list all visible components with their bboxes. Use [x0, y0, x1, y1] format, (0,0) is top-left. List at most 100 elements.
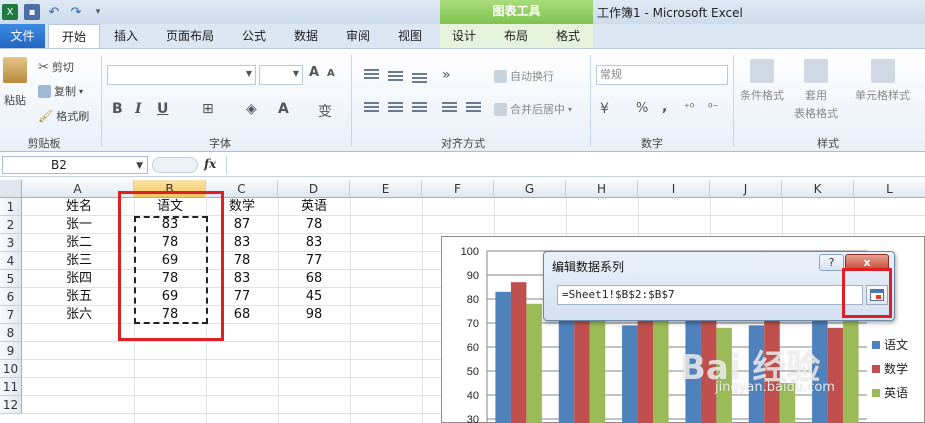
column-header[interactable]: H: [566, 180, 638, 198]
align-right-icon[interactable]: [412, 102, 427, 115]
conditional-format-icon: [750, 59, 774, 83]
percent-button[interactable]: %: [636, 101, 648, 116]
table-cell[interactable]: 张四: [34, 270, 124, 288]
table-cell[interactable]: 77: [278, 252, 350, 270]
merge-center-button[interactable]: 合并后居中 ▾: [494, 101, 572, 117]
name-box[interactable]: B2 ▼: [2, 156, 148, 174]
row-header[interactable]: 4: [0, 252, 22, 270]
row-header[interactable]: 1: [0, 198, 22, 216]
table-cell[interactable]: 78: [278, 216, 350, 234]
styles-group-label: 样式: [817, 137, 839, 150]
font-name-combo[interactable]: ▼: [107, 65, 256, 85]
save-icon[interactable]: ▪: [24, 4, 40, 20]
copy-button[interactable]: 复制 ▾: [38, 83, 83, 99]
legend-swatch: [872, 341, 880, 349]
wrap-text-label: 自动换行: [510, 70, 554, 83]
column-header[interactable]: D: [278, 180, 350, 198]
tab-file[interactable]: 文件: [0, 24, 45, 48]
column-header[interactable]: I: [638, 180, 710, 198]
row-header[interactable]: 9: [0, 342, 22, 360]
cut-button[interactable]: ✂ 剪切: [38, 59, 74, 75]
font-color-button[interactable]: A: [278, 101, 289, 117]
table-cell[interactable]: 张二: [34, 234, 124, 252]
cell-styles-button[interactable]: 单元格样式: [855, 59, 910, 103]
align-top-icon[interactable]: [364, 69, 379, 82]
italic-button[interactable]: I: [135, 101, 142, 117]
align-middle-icon[interactable]: [388, 71, 403, 84]
wrap-text-button[interactable]: 自动换行: [494, 68, 554, 84]
gridline: [422, 198, 423, 423]
tab-data[interactable]: 数据: [284, 24, 328, 48]
table-cell[interactable]: 68: [278, 270, 350, 288]
bar-1-3: [622, 325, 638, 423]
table-cell[interactable]: 98: [278, 306, 350, 324]
tab-page-layout[interactable]: 页面布局: [157, 24, 223, 48]
help-button[interactable]: ?: [819, 254, 844, 271]
tab-layout[interactable]: 布局: [495, 24, 537, 48]
shrink-font-button[interactable]: A: [327, 68, 335, 79]
comma-button[interactable]: ,: [662, 99, 667, 115]
column-header[interactable]: F: [422, 180, 494, 198]
tab-home[interactable]: 开始: [48, 24, 100, 49]
tab-design[interactable]: 设计: [443, 24, 485, 48]
table-cell[interactable]: 83: [278, 234, 350, 252]
row-header[interactable]: 3: [0, 234, 22, 252]
table-cell[interactable]: 张一: [34, 216, 124, 234]
conditional-format-button[interactable]: 条件格式: [740, 59, 784, 103]
tab-insert[interactable]: 插入: [104, 24, 148, 48]
row-header[interactable]: 2: [0, 216, 22, 234]
row-header[interactable]: 8: [0, 324, 22, 342]
table-cell[interactable]: 张三: [34, 252, 124, 270]
align-center-icon[interactable]: [388, 102, 403, 115]
cell-styles-label: 单元格样式: [855, 89, 910, 102]
format-as-table-button[interactable]: 套用 表格格式: [794, 59, 838, 121]
row-header[interactable]: 10: [0, 360, 22, 378]
column-header[interactable]: L: [854, 180, 925, 198]
paste-button[interactable]: 粘贴: [2, 57, 28, 108]
increase-decimal-icon[interactable]: ⁺⁰: [684, 101, 694, 114]
insert-function-button[interactable]: fx: [204, 157, 216, 171]
table-cell[interactable]: 姓名: [34, 198, 124, 216]
table-cell[interactable]: 45: [278, 288, 350, 306]
series-values-input[interactable]: =Sheet1!$B$2:$B$7: [557, 285, 863, 305]
borders-icon[interactable]: ⊞: [202, 101, 214, 117]
highlight-box-collapse-button: [842, 268, 892, 318]
format-painter-button[interactable]: 🖌 格式刷: [38, 108, 89, 124]
table-cell[interactable]: 张六: [34, 306, 124, 324]
number-format-combo[interactable]: 常规: [596, 65, 728, 85]
column-header[interactable]: K: [782, 180, 854, 198]
decrease-decimal-icon[interactable]: ⁰⁻: [708, 101, 718, 114]
undo-icon[interactable]: ↶: [46, 4, 62, 20]
align-bottom-icon[interactable]: [412, 73, 427, 86]
formula-input[interactable]: [226, 156, 925, 174]
orientation-icon[interactable]: »: [442, 67, 451, 83]
grow-font-button[interactable]: A: [309, 65, 319, 80]
bold-button[interactable]: B: [112, 101, 123, 117]
tab-view[interactable]: 视图: [388, 24, 432, 48]
align-left-icon[interactable]: [364, 102, 379, 115]
customize-qat-icon[interactable]: ▾: [90, 4, 106, 20]
row-header[interactable]: 12: [0, 396, 22, 414]
tab-formulas[interactable]: 公式: [233, 24, 275, 48]
currency-icon[interactable]: ¥: [600, 101, 609, 117]
font-size-combo[interactable]: ▼: [259, 65, 303, 85]
decrease-indent-icon[interactable]: [442, 102, 457, 115]
fill-color-icon[interactable]: ◈: [246, 101, 257, 117]
chevron-down-icon: ▼: [245, 69, 252, 78]
table-cell[interactable]: 张五: [34, 288, 124, 306]
redo-icon[interactable]: ↷: [68, 4, 84, 20]
column-header[interactable]: J: [710, 180, 782, 198]
row-header[interactable]: 5: [0, 270, 22, 288]
increase-indent-icon[interactable]: [466, 102, 481, 115]
column-header[interactable]: E: [350, 180, 422, 198]
row-header[interactable]: 11: [0, 378, 22, 396]
row-header[interactable]: 7: [0, 306, 22, 324]
tab-format[interactable]: 格式: [547, 24, 589, 48]
tab-review[interactable]: 审阅: [338, 24, 378, 48]
row-header[interactable]: 6: [0, 288, 22, 306]
phonetic-button[interactable]: 变: [318, 101, 332, 121]
underline-button[interactable]: U: [157, 101, 168, 117]
column-header[interactable]: G: [494, 180, 566, 198]
table-cell[interactable]: 英语: [278, 198, 350, 216]
select-all-corner[interactable]: [0, 180, 22, 198]
